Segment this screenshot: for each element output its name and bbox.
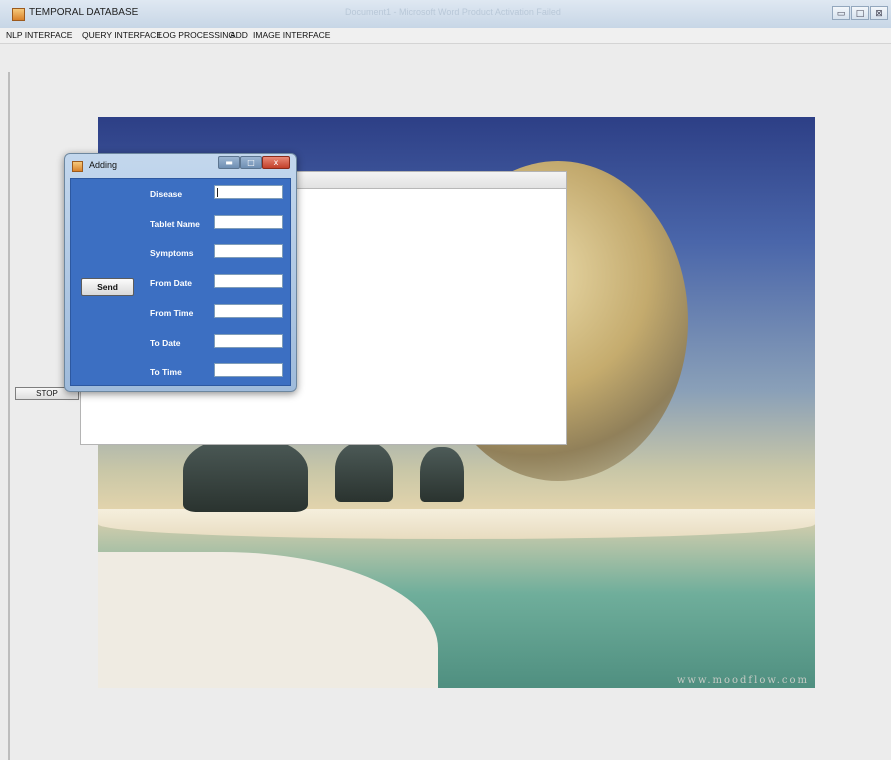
tablet-name-label: Tablet Name: [150, 219, 200, 229]
menu-add[interactable]: ADD: [230, 30, 248, 40]
symptoms-input[interactable]: [214, 244, 283, 258]
main-title-bar: TEMPORAL DATABASE Document1 - Microsoft …: [0, 0, 891, 29]
to-time-label: To Time: [150, 367, 182, 377]
maximize-button[interactable]: □: [851, 6, 869, 20]
minimize-button[interactable]: ▭: [832, 6, 850, 20]
image-watermark: www.moodflow.com: [676, 675, 809, 686]
text-caret: [217, 188, 218, 197]
rock-right: [420, 447, 464, 502]
window-left-edge: [8, 72, 10, 760]
window-title: TEMPORAL DATABASE: [29, 7, 139, 18]
menu-query-interface[interactable]: QUERY INTERFACE: [82, 30, 162, 40]
java-app-icon: [72, 161, 83, 172]
close-button[interactable]: ⊠: [870, 6, 888, 20]
from-date-input[interactable]: [214, 274, 283, 288]
to-date-label: To Date: [150, 338, 181, 348]
adding-dialog: Adding ▬ □ x Send Disease Tablet Name Sy…: [64, 153, 297, 392]
dialog-maximize-button[interactable]: □: [240, 156, 262, 169]
dialog-close-button[interactable]: x: [262, 156, 290, 169]
from-time-input[interactable]: [214, 304, 283, 318]
to-time-input[interactable]: [214, 363, 283, 377]
menu-divider: [0, 43, 891, 44]
tablet-name-input[interactable]: [214, 215, 283, 229]
symptoms-label: Symptoms: [150, 248, 194, 258]
java-app-icon: [12, 8, 25, 21]
dialog-minimize-button[interactable]: ▬: [218, 156, 240, 169]
background-window-title: Document1 - Microsoft Word Product Activ…: [345, 7, 561, 17]
menu-nlp-interface[interactable]: NLP INTERFACE: [6, 30, 72, 40]
menu-log-processing[interactable]: LOG PROCESSING: [158, 30, 235, 40]
rock-left: [183, 437, 308, 512]
sand-strip: [98, 509, 815, 539]
disease-label: Disease: [150, 189, 183, 199]
from-date-label: From Date: [150, 278, 193, 288]
disease-input[interactable]: [214, 185, 283, 199]
dialog-body: Send Disease Tablet Name Symptoms From D…: [70, 178, 291, 386]
rock-middle: [335, 442, 393, 502]
to-date-input[interactable]: [214, 334, 283, 348]
menu-image-interface[interactable]: IMAGE INTERFACE: [253, 30, 330, 40]
from-time-label: From Time: [150, 308, 194, 318]
menu-bar: NLP INTERFACE QUERY INTERFACE LOG PROCES…: [0, 28, 891, 43]
dialog-title: Adding: [89, 160, 118, 170]
send-button[interactable]: Send: [81, 278, 134, 296]
